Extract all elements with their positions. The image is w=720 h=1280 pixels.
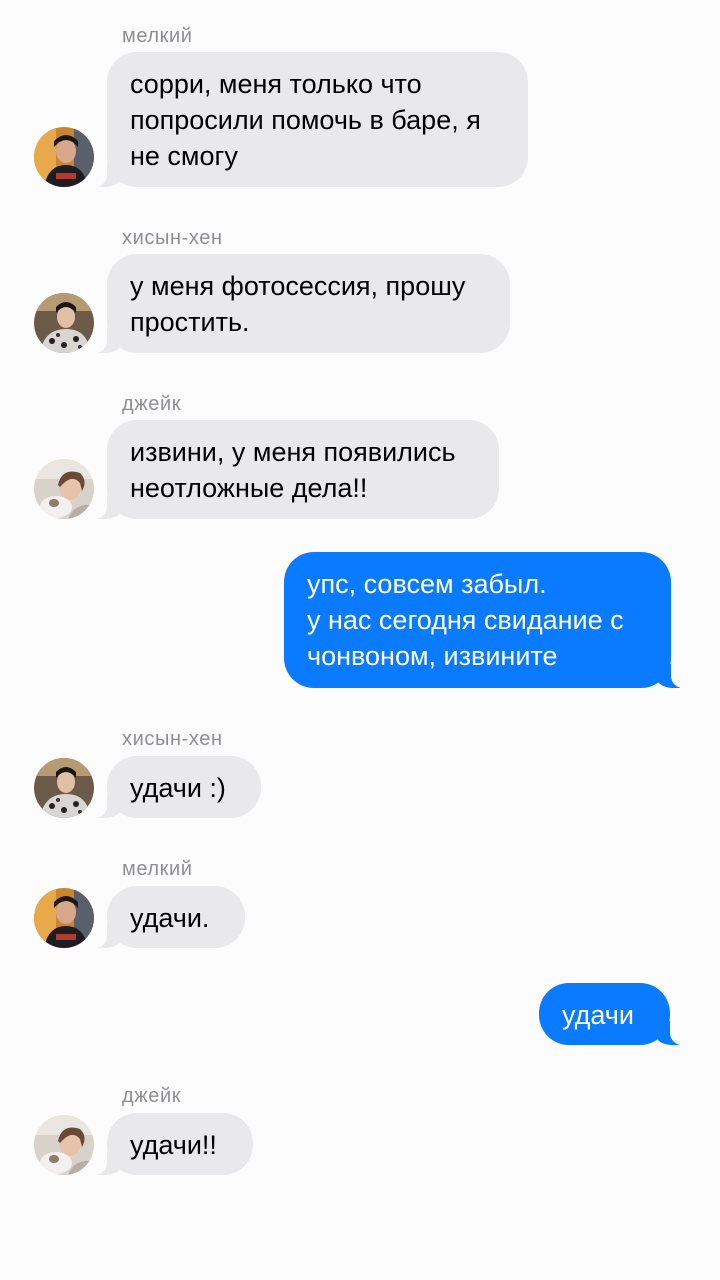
jake-avatar-icon <box>34 459 94 519</box>
message-line: неотложные дела!! <box>130 473 368 503</box>
message-line: удачи :) <box>130 773 226 803</box>
message-line: у нас сегодня свидание с <box>307 605 624 635</box>
message-line: не смогу <box>130 141 238 171</box>
sender-name: джейк <box>122 1085 182 1107</box>
jake-avatar-icon <box>34 1115 94 1175</box>
message-bubble: сорри, меня только что попросили помочь … <box>93 52 528 187</box>
avatar[interactable] <box>34 459 94 519</box>
sender-name: мелкий <box>122 858 193 880</box>
avatar[interactable] <box>34 758 94 818</box>
sender-name: хисын-хен <box>122 227 223 249</box>
sender-name: джейк <box>122 393 182 415</box>
message-line: чонвоном, извините <box>307 641 558 671</box>
avatar[interactable] <box>34 1115 94 1175</box>
avatar[interactable] <box>34 127 94 187</box>
message-line: удачи. <box>130 903 210 933</box>
sender-name: хисын-хен <box>122 728 223 750</box>
message-bubble: у меня фотосессия, прошу простить. <box>93 254 510 353</box>
sender-name: мелкий <box>122 25 193 47</box>
message-line: упс, совсем забыл. <box>307 569 547 599</box>
message-line: попросили помочь в баре, я <box>130 105 481 135</box>
message-bubble: извини, у меня появились неотложные дела… <box>93 420 499 519</box>
message-bubble: удачи!! <box>93 1113 253 1175</box>
message-bubble: удачи. <box>93 886 245 948</box>
message-line: удачи!! <box>130 1130 217 1160</box>
message-line: извини, у меня появились <box>130 437 456 467</box>
message-bubble: удачи :) <box>93 756 261 818</box>
melkiy-avatar-icon <box>34 888 94 948</box>
avatar[interactable] <box>34 293 94 353</box>
message-line: у меня фотосессия, прошу <box>130 271 466 301</box>
avatar[interactable] <box>34 888 94 948</box>
heeseung-avatar-icon <box>34 758 94 818</box>
message-bubble: удачи <box>539 983 684 1045</box>
heeseung-avatar-icon <box>34 293 94 353</box>
melkiy-avatar-icon <box>34 127 94 187</box>
message-line: простить. <box>130 307 250 337</box>
message-line: удачи <box>562 1000 634 1030</box>
message-line: сорри, меня только что <box>130 69 422 99</box>
message-bubble: упс, совсем забыл. у нас сегодня свидани… <box>284 552 685 688</box>
